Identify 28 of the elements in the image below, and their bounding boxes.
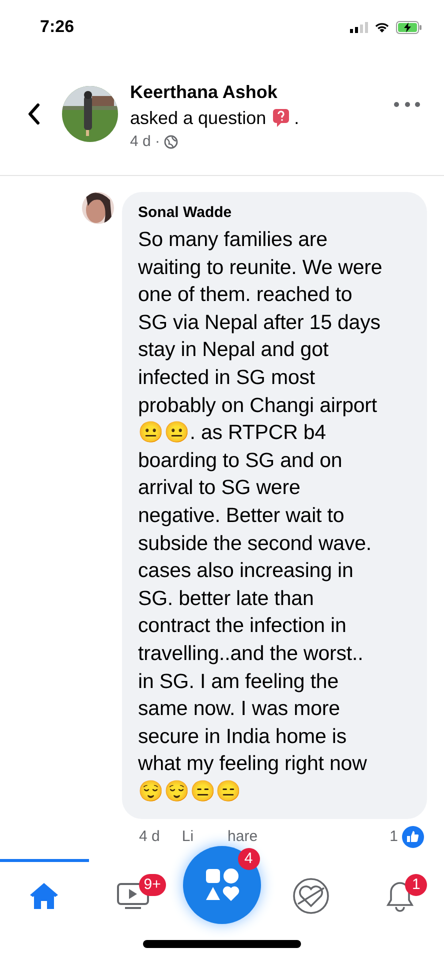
tab-watch[interactable]: 9+ — [88, 859, 178, 930]
author-name[interactable]: Keerthana Ashok — [130, 78, 394, 104]
notification-badge: 9+ — [138, 874, 166, 896]
globe-icon — [164, 134, 178, 148]
comment-text: So many families are waiting to reunite. We were one of them. reached to SG via Nepal after 15 days stay in Nepal and got infected in SG most probably on Changi airport 😐😐. as RTPCR b4 boarding to SG and on arrival to SG were negative. Better wait to subside the second wave. cases also increasing in SG. better late than contract the infection in travelling..and the worst.. in SG. I am feeling the same now. I was more secure in India home is what my feeling right now 😌😌😑😑 — [138, 227, 384, 805]
tab-notifications[interactable]: 1 — [355, 859, 444, 930]
shapes-icon — [204, 867, 240, 904]
commenter-name[interactable]: Sonal Wadde — [138, 202, 417, 224]
menu-fab-button[interactable] — [182, 846, 261, 924]
notification-badge: 4 — [238, 848, 260, 870]
share-link[interactable]: hare — [228, 826, 258, 849]
comment-time: 4 d — [139, 827, 160, 848]
post-action-text: asked a question — [130, 106, 266, 130]
notification-badge: 1 — [405, 874, 428, 896]
wifi-icon — [374, 21, 390, 33]
battery-icon — [396, 20, 422, 34]
post-time: 4 d · — [130, 132, 160, 152]
commenter-avatar — [82, 192, 114, 224]
back-icon — [27, 102, 41, 124]
status-time: 7:26 — [40, 16, 74, 38]
more-options-button[interactable] — [394, 100, 420, 108]
like-link[interactable]: Li — [182, 826, 194, 849]
home-icon — [28, 880, 60, 911]
question-icon — [272, 108, 290, 128]
like-icon — [402, 826, 424, 848]
period-text: . — [294, 106, 300, 130]
reaction-count: 1 — [390, 827, 398, 848]
signal-icon — [350, 22, 368, 32]
